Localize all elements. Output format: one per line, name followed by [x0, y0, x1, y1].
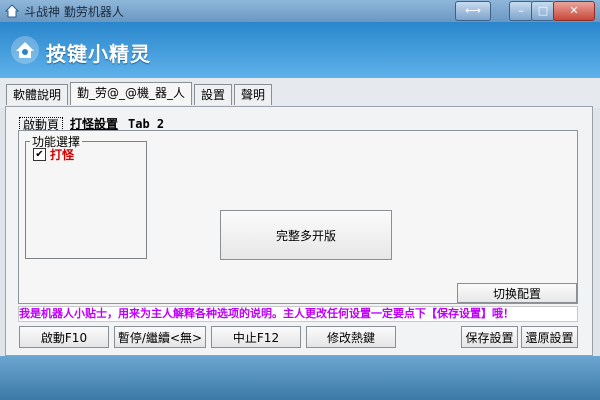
maximize-button[interactable]: □ — [531, 1, 555, 21]
title-bar: 斗战神 勤劳机器人 ⟷ – □ ✕ — [0, 0, 600, 23]
full-multi-open-button[interactable]: 完整多开版 — [220, 210, 392, 260]
house-logo-icon — [11, 36, 39, 64]
swap-button[interactable]: ⟷ — [455, 1, 491, 21]
stop-button[interactable]: 中止F12 — [211, 326, 301, 348]
main-tabs: 軟體說明 勤_劳@_@機_器_人 設置 聲明 — [6, 82, 274, 106]
tab-robot[interactable]: 勤_劳@_@機_器_人 — [70, 82, 193, 105]
fight-checkbox-label: 打怪 — [50, 147, 75, 162]
house-icon — [4, 4, 20, 18]
subtab-tab2[interactable]: Tab 2 — [125, 117, 168, 131]
app-window: 斗战神 勤劳机器人 ⟷ – □ ✕ 按键小精灵 軟體說明 勤_劳@_@機_器_人… — [0, 0, 600, 400]
modify-hotkey-button[interactable]: 修改熱鍵 — [306, 326, 396, 348]
minimize-button[interactable]: – — [509, 1, 533, 21]
close-button[interactable]: ✕ — [553, 1, 595, 21]
subtab-fight-settings[interactable]: 打怪設置 — [67, 117, 122, 131]
pause-button[interactable]: 暫停/繼續<無> — [114, 326, 206, 348]
fight-checkbox-row[interactable]: ✔ 打怪 — [33, 147, 75, 162]
window-title: 斗战神 勤劳机器人 — [24, 5, 124, 19]
restore-settings-button[interactable]: 還原設置 — [521, 326, 578, 348]
footer-bar — [0, 356, 600, 400]
tip-text: 我是机器人小贴士，用来为主人解释各种选项的说明。主人更改任何设置一定要点下【保存… — [18, 306, 578, 322]
logo-text: 按键小精灵 — [46, 42, 151, 66]
tab-statement[interactable]: 聲明 — [234, 84, 273, 105]
app-header: 按键小精灵 — [0, 22, 600, 78]
checkmark-icon[interactable]: ✔ — [33, 147, 46, 161]
save-settings-button[interactable]: 保存設置 — [461, 326, 518, 348]
start-button[interactable]: 啟動F10 — [19, 326, 109, 348]
tab-settings[interactable]: 設置 — [194, 84, 233, 105]
tab-software-info[interactable]: 軟體說明 — [6, 84, 69, 105]
switch-config-button[interactable]: 切换配置 — [457, 283, 577, 303]
